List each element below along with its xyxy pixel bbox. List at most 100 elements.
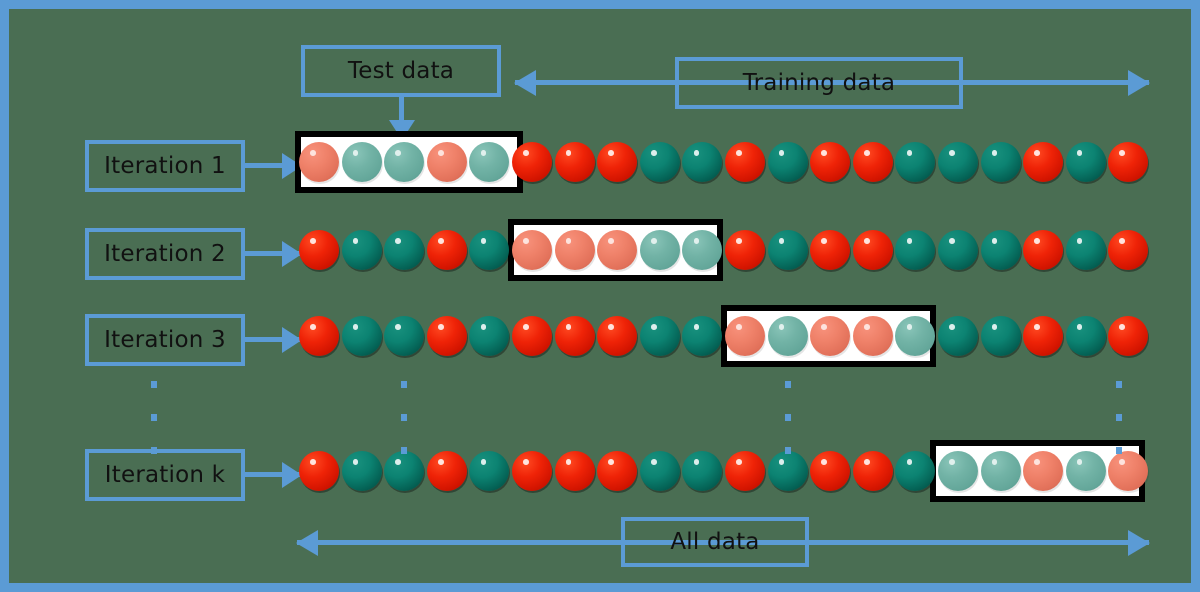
training-sample-ball (299, 451, 339, 491)
arrow-head-left-icon (296, 529, 318, 556)
test-sample-ball (810, 316, 851, 356)
training-sample-ball (937, 230, 978, 270)
training-sample-ball (299, 230, 339, 270)
training-sample-ball (469, 451, 510, 491)
training-sample-ball (597, 316, 638, 356)
training-sample-ball (767, 230, 808, 270)
iteration-3-text: Iteration 3 (104, 326, 226, 353)
training-sample-ball (937, 142, 978, 182)
training-sample-ball (384, 316, 425, 356)
ellipsis-column-3 (785, 381, 791, 480)
ellipsis-dot (1116, 414, 1122, 421)
arrow-head-right-icon (1128, 529, 1150, 556)
training-sample-ball (426, 316, 467, 356)
ellipsis-dot (1116, 447, 1122, 454)
test-sample-ball (299, 142, 339, 182)
training-data-label: Training data (675, 57, 963, 109)
training-sample-ball (724, 142, 765, 182)
training-sample-ball (1065, 230, 1106, 270)
training-sample-ball (597, 142, 638, 182)
training-sample-ball (469, 230, 510, 270)
training-sample-ball (895, 230, 936, 270)
iteration-k-text: Iteration k (104, 461, 226, 488)
test-sample-ball (469, 142, 510, 182)
training-sample-ball (1108, 230, 1149, 270)
training-sample-ball (1108, 316, 1149, 356)
training-sample-ball (895, 451, 936, 491)
iteration-k-label: Iteration k (85, 449, 245, 501)
training-sample-ball (810, 451, 851, 491)
training-sample-ball (426, 230, 467, 270)
training-sample-ball (810, 142, 851, 182)
test-sample-ball (980, 451, 1021, 491)
iteration-1-text: Iteration 1 (104, 152, 226, 179)
training-sample-ball (597, 451, 638, 491)
training-sample-ball (980, 316, 1021, 356)
training-sample-ball (511, 316, 552, 356)
ball-strip-row-3 (299, 316, 1151, 356)
training-sample-ball (1023, 142, 1064, 182)
training-sample-ball (724, 230, 765, 270)
test-sample-ball (767, 316, 808, 356)
iteration-1-arrow-icon (245, 163, 301, 168)
ellipsis-column-1 (151, 381, 157, 480)
training-sample-ball (341, 451, 382, 491)
test-sample-ball (426, 142, 467, 182)
ellipsis-dot (151, 447, 157, 454)
training-sample-ball (1108, 142, 1149, 182)
training-sample-ball (554, 316, 595, 356)
ellipsis-dot (785, 381, 791, 388)
training-sample-ball (937, 316, 978, 356)
training-sample-ball (1023, 316, 1064, 356)
training-sample-ball (639, 451, 680, 491)
training-sample-ball (682, 316, 723, 356)
training-sample-ball (469, 316, 510, 356)
test-sample-ball (1108, 451, 1149, 491)
training-sample-ball (1023, 230, 1064, 270)
test-sample-ball (597, 230, 638, 270)
training-sample-ball (341, 230, 382, 270)
test-sample-ball (937, 451, 978, 491)
ellipsis-dot (151, 414, 157, 421)
ellipsis-column-4 (1116, 381, 1122, 480)
ball-strip-row-2 (299, 230, 1151, 270)
test-sample-ball (852, 316, 893, 356)
training-sample-ball (1065, 316, 1106, 356)
test-data-label: Test data (301, 45, 501, 97)
training-sample-ball (426, 451, 467, 491)
iteration-2-text: Iteration 2 (104, 240, 226, 267)
ellipsis-dot (785, 447, 791, 454)
training-data-text: Training data (742, 69, 896, 96)
test-sample-ball (639, 230, 680, 270)
training-sample-ball (682, 142, 723, 182)
iteration-3-label: Iteration 3 (85, 314, 245, 366)
iteration-k-arrow-icon (245, 472, 301, 477)
iteration-3-arrow-icon (245, 337, 301, 342)
test-sample-ball (384, 142, 425, 182)
training-sample-ball (511, 451, 552, 491)
iteration-2-arrow-icon (245, 251, 301, 256)
training-sample-ball (554, 142, 595, 182)
training-sample-ball (682, 451, 723, 491)
test-sample-ball (682, 230, 723, 270)
test-sample-ball (554, 230, 595, 270)
arrow-head-right-icon (1128, 69, 1150, 96)
training-sample-ball (980, 230, 1021, 270)
all-data-text: All data (670, 528, 760, 555)
ellipsis-dot (1116, 381, 1122, 388)
training-sample-ball (511, 142, 552, 182)
test-sample-ball (724, 316, 765, 356)
test-sample-ball (1023, 451, 1064, 491)
training-sample-ball (299, 316, 339, 356)
ball-strip-row-k (299, 451, 1151, 491)
ellipsis-dot (401, 381, 407, 388)
training-sample-ball (810, 230, 851, 270)
training-sample-ball (384, 230, 425, 270)
training-sample-ball (980, 142, 1021, 182)
training-sample-ball (639, 316, 680, 356)
training-sample-ball (767, 142, 808, 182)
training-sample-ball (554, 451, 595, 491)
ellipsis-dot (151, 381, 157, 388)
ellipsis-dot (401, 447, 407, 454)
training-sample-ball (639, 142, 680, 182)
